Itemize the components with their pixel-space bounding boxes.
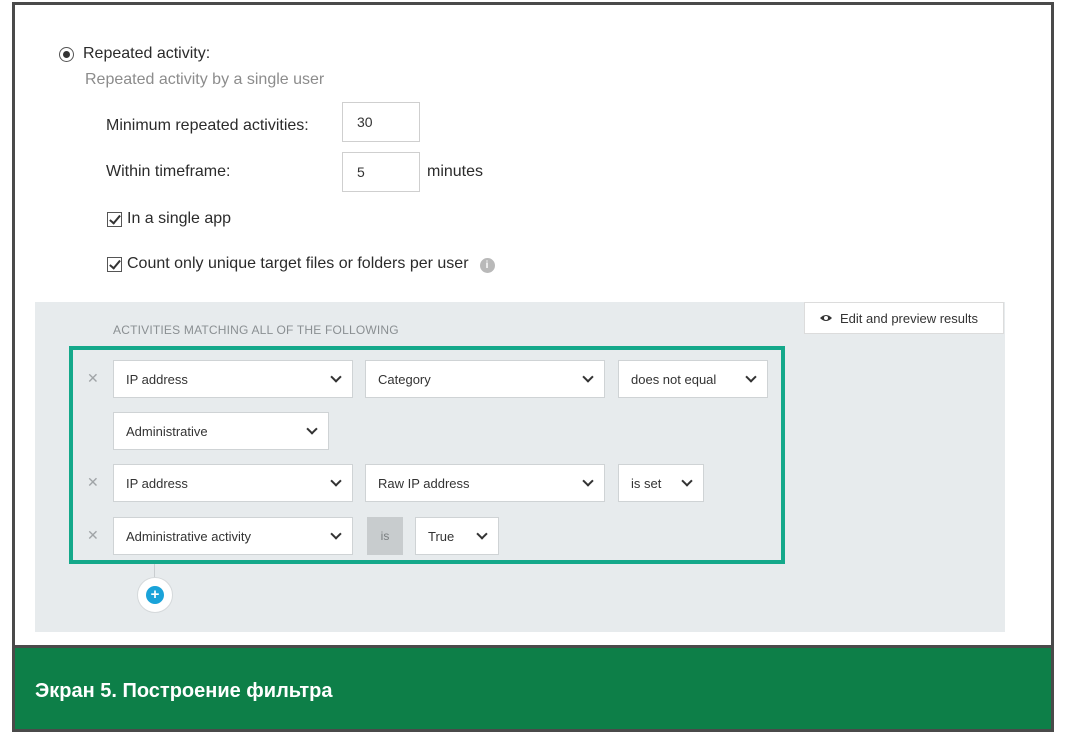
chevron-down-icon bbox=[306, 423, 318, 435]
rule-1-subfield-select[interactable]: Category bbox=[365, 360, 605, 398]
rule-1-value-select[interactable]: Administrative bbox=[113, 412, 329, 450]
timeframe-label: Within timeframe: bbox=[106, 163, 231, 180]
filter-heading: ACTIVITIES MATCHING ALL OF THE FOLLOWING bbox=[113, 323, 399, 337]
rule-2-field-value: IP address bbox=[126, 475, 188, 491]
repeated-activity-description: Repeated activity by a single user bbox=[85, 71, 325, 88]
edit-preview-label: Edit and preview results bbox=[840, 310, 979, 326]
edit-preview-button[interactable]: Edit and preview results bbox=[804, 302, 1004, 334]
rule-3-value-select[interactable]: True bbox=[415, 517, 499, 555]
rule-3-field-select[interactable]: Administrative activity bbox=[113, 517, 353, 555]
timeframe-input[interactable] bbox=[342, 152, 420, 192]
rule-1-field-select[interactable]: IP address bbox=[113, 360, 353, 398]
chevron-down-icon bbox=[745, 371, 757, 383]
chevron-down-icon bbox=[582, 371, 594, 383]
rule-2-operator-value: is set bbox=[631, 475, 662, 491]
timeframe-unit: minutes bbox=[427, 163, 484, 180]
rule-3-value: True bbox=[428, 528, 455, 544]
add-rule-button[interactable]: + bbox=[137, 577, 173, 613]
rule-1-value: Administrative bbox=[126, 423, 208, 439]
chevron-down-icon bbox=[681, 475, 693, 487]
rule-1-field-value: IP address bbox=[126, 371, 188, 387]
rule-2-subfield-select[interactable]: Raw IP address bbox=[365, 464, 605, 502]
rule-1-operator-value: does not equal bbox=[631, 371, 717, 387]
rule-1-subfield-value: Category bbox=[378, 371, 431, 387]
rule-1-operator-select[interactable]: does not equal bbox=[618, 360, 768, 398]
remove-rule-3-icon[interactable]: ✕ bbox=[87, 527, 99, 544]
unique-targets-checkbox[interactable] bbox=[107, 256, 122, 272]
rule-2-field-select[interactable]: IP address bbox=[113, 464, 353, 502]
caption-text: Экран 5. Построение фильтра bbox=[35, 680, 333, 702]
rule-2-operator-select[interactable]: is set bbox=[618, 464, 704, 502]
min-repeated-input[interactable] bbox=[342, 102, 420, 142]
repeated-activity-label: Repeated activity: bbox=[83, 45, 211, 62]
info-icon[interactable]: i bbox=[479, 258, 495, 273]
filter-panel: Edit and preview results ACTIVITIES MATC… bbox=[35, 302, 1005, 632]
plus-icon: + bbox=[146, 586, 164, 604]
chevron-down-icon bbox=[330, 528, 342, 540]
rule-3-operator-chip: is bbox=[367, 517, 403, 555]
add-rule-connector bbox=[154, 564, 155, 578]
chevron-down-icon bbox=[582, 475, 594, 487]
screenshot-frame: Repeated activity: Repeated activity by … bbox=[12, 2, 1054, 732]
repeated-activity-radio[interactable]: Repeated activity: bbox=[59, 45, 210, 63]
single-app-checkbox[interactable] bbox=[107, 211, 122, 227]
unique-targets-checkbox-row[interactable]: Count only unique target files or folder… bbox=[107, 255, 495, 273]
remove-rule-2-icon[interactable]: ✕ bbox=[87, 474, 99, 491]
rule-2-subfield-value: Raw IP address bbox=[378, 475, 470, 491]
chevron-down-icon bbox=[330, 475, 342, 487]
remove-rule-1-icon[interactable]: ✕ bbox=[87, 370, 99, 387]
rule-3-field-value: Administrative activity bbox=[126, 528, 251, 544]
min-repeated-label: Minimum repeated activities: bbox=[106, 117, 309, 134]
rules-highlight-box: ✕ IP address Category does not equal Adm… bbox=[69, 346, 785, 564]
chevron-down-icon bbox=[476, 528, 488, 540]
eye-icon bbox=[820, 315, 832, 321]
single-app-checkbox-row[interactable]: In a single app bbox=[107, 210, 231, 228]
unique-targets-label: Count only unique target files or folder… bbox=[127, 255, 469, 272]
single-app-label: In a single app bbox=[127, 210, 232, 227]
chevron-down-icon bbox=[330, 371, 342, 383]
radio-selected-icon[interactable] bbox=[59, 46, 74, 62]
caption-bar: Экран 5. Построение фильтра bbox=[15, 645, 1051, 729]
